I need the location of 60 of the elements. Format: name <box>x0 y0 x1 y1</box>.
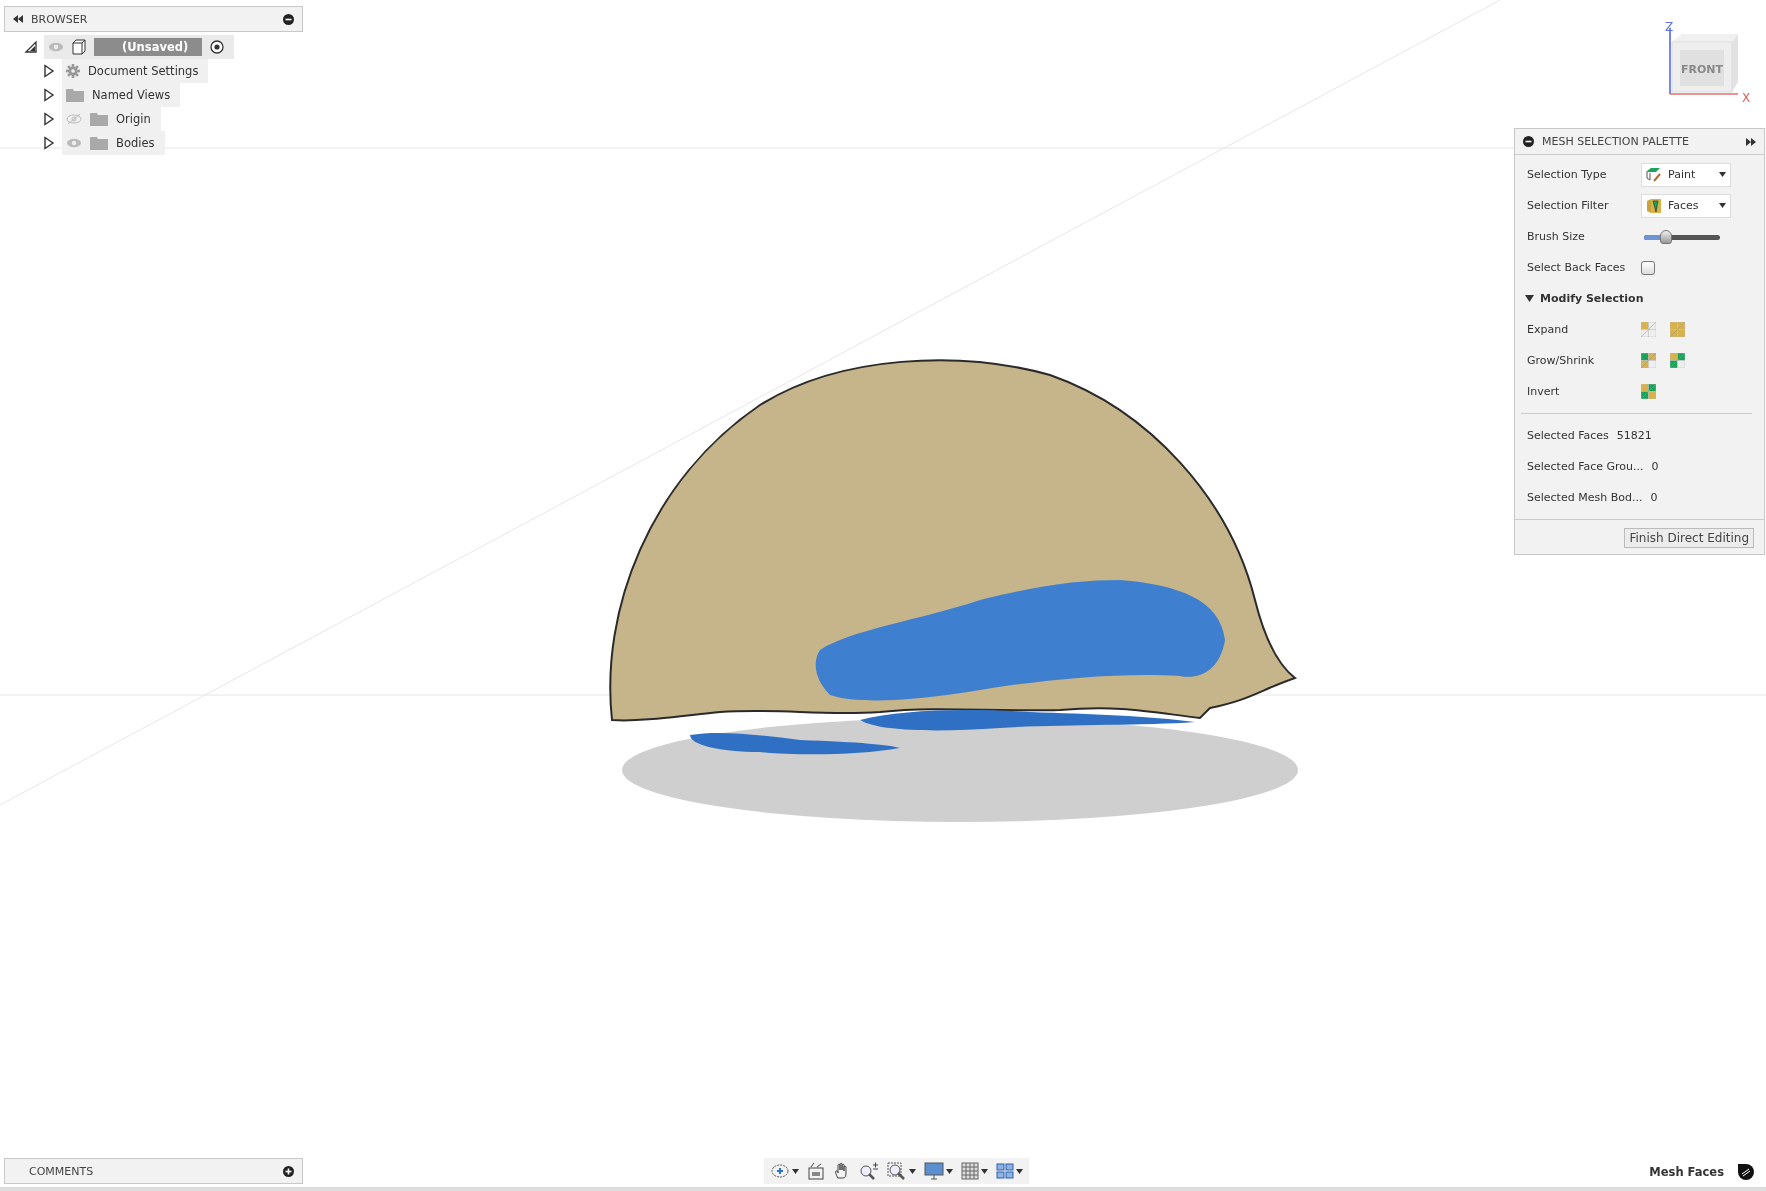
field-value: 51821 <box>1616 429 1652 442</box>
finish-button[interactable]: Finish Direct Editing <box>1624 528 1754 548</box>
status-text: Mesh Faces <box>1649 1165 1724 1179</box>
slider-thumb[interactable] <box>1660 229 1672 244</box>
section-title[interactable]: Modify Selection <box>1540 292 1644 305</box>
display-icon[interactable] <box>924 1162 944 1180</box>
field-label: Selected Faces <box>1527 429 1609 442</box>
expand-triangle-icon[interactable] <box>42 64 56 78</box>
field-label: Expand <box>1527 323 1570 336</box>
checkbox[interactable] <box>1641 260 1655 275</box>
component-icon <box>72 39 86 55</box>
field-label: Selected Face Grou... <box>1527 460 1644 473</box>
dropdown[interactable]: Paint <box>1641 162 1731 187</box>
look-at-icon[interactable] <box>807 1162 825 1180</box>
field-label: Select Back Faces <box>1527 261 1627 274</box>
field-label: Grow/Shrink <box>1527 354 1596 367</box>
field-label: Brush Size <box>1527 230 1586 243</box>
field-label: Selection Filter <box>1527 199 1610 212</box>
orbit-icon[interactable] <box>770 1162 790 1180</box>
view-cube[interactable]: FRONT Z X <box>1662 20 1754 109</box>
caret-icon <box>946 1168 953 1174</box>
add-icon[interactable] <box>283 1165 294 1177</box>
collapse-triangle-icon[interactable] <box>24 40 38 54</box>
folder-icon <box>66 88 84 102</box>
selection-tool-icon[interactable] <box>1641 353 1656 368</box>
caret-icon <box>1719 203 1726 208</box>
expand-triangle-icon[interactable] <box>42 112 56 126</box>
dropdown[interactable]: Faces <box>1641 193 1731 218</box>
panel-title: BROWSER <box>31 12 89 26</box>
caret-icon <box>1719 172 1726 177</box>
selection-tool-icon[interactable] <box>1670 353 1685 368</box>
caret-icon <box>909 1168 916 1174</box>
field-label: Invert <box>1527 385 1561 398</box>
caret-icon <box>1016 1168 1023 1174</box>
field-value: 0 <box>1651 460 1659 473</box>
zoom-icon[interactable] <box>859 1162 879 1180</box>
grid-icon[interactable] <box>961 1162 979 1180</box>
zoom-window-icon[interactable] <box>887 1162 907 1180</box>
paint-brush-icon <box>1646 167 1662 182</box>
viewports-icon[interactable] <box>996 1163 1014 1179</box>
field-label: Selection Type <box>1527 168 1608 181</box>
mesh-icon[interactable] <box>1738 1164 1754 1180</box>
caret-icon <box>792 1168 799 1174</box>
faces-icon <box>1646 197 1662 214</box>
collapse-icon[interactable] <box>1523 136 1534 147</box>
expand-triangle-icon[interactable] <box>42 136 56 150</box>
collapse-left-icon[interactable] <box>13 15 23 23</box>
folder-icon <box>90 112 108 126</box>
caret-icon <box>981 1168 988 1174</box>
settings-icon[interactable] <box>66 64 80 78</box>
field-label: Selected Mesh Bod... <box>1527 491 1643 504</box>
expand-triangle-icon[interactable] <box>42 88 56 102</box>
expand-right-icon[interactable] <box>1746 137 1756 146</box>
panel-title: MESH SELECTION PALETTE <box>1542 135 1690 148</box>
collapse-triangle-icon[interactable] <box>1525 295 1534 302</box>
panel-title: COMMENTS <box>29 1164 95 1178</box>
field-value: 0 <box>1650 491 1658 504</box>
folder-icon <box>90 136 108 150</box>
activate-radio-icon[interactable] <box>210 40 225 54</box>
collapse-icon[interactable] <box>283 13 294 25</box>
